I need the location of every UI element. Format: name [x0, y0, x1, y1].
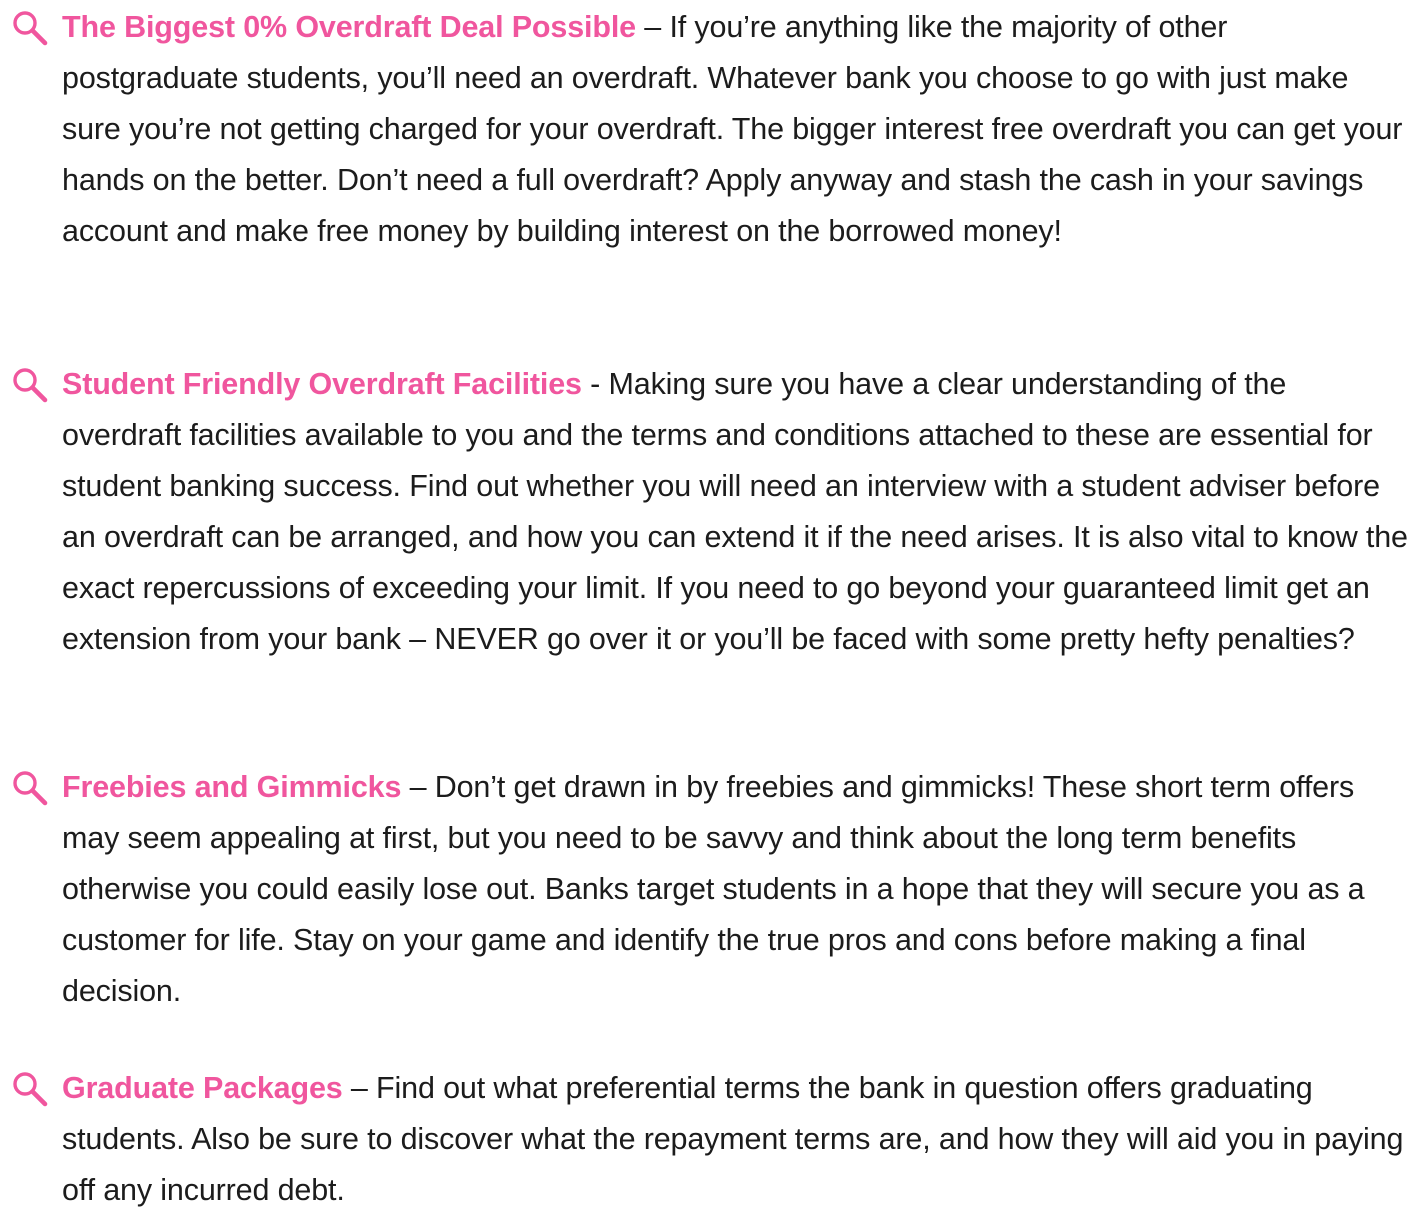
list-item-heading: Freebies and Gimmicks — [62, 770, 402, 804]
list-item: Student Friendly Overdraft Facilities - … — [0, 359, 1416, 665]
list-item: The Biggest 0% Overdraft Deal Possible –… — [0, 2, 1416, 257]
list-item: Graduate Packages – Find out what prefer… — [0, 1063, 1416, 1216]
list-item-heading: The Biggest 0% Overdraft Deal Possible — [62, 10, 636, 44]
list-item-body: – If you’re anything like the majority o… — [62, 10, 1403, 248]
list-item-text: Student Friendly Overdraft Facilities - … — [0, 359, 1416, 665]
magnifier-icon — [13, 771, 48, 806]
list-item-text: Graduate Packages – Find out what prefer… — [0, 1063, 1416, 1216]
list-item: Freebies and Gimmicks – Don’t get drawn … — [0, 762, 1416, 1017]
list-item-heading: Graduate Packages — [62, 1071, 343, 1105]
magnifier-icon — [13, 1072, 48, 1107]
list-item-text: The Biggest 0% Overdraft Deal Possible –… — [0, 2, 1416, 257]
list-item-heading: Student Friendly Overdraft Facilities — [62, 367, 582, 401]
magnifier-icon — [13, 11, 48, 46]
list-item-body: - Making sure you have a clear understan… — [62, 367, 1408, 656]
list-item-text: Freebies and Gimmicks – Don’t get drawn … — [0, 762, 1416, 1017]
list-item-body: – Don’t get drawn in by freebies and gim… — [62, 770, 1365, 1008]
article-content: The Biggest 0% Overdraft Deal Possible –… — [0, 0, 1416, 1211]
magnifier-icon — [13, 368, 48, 403]
